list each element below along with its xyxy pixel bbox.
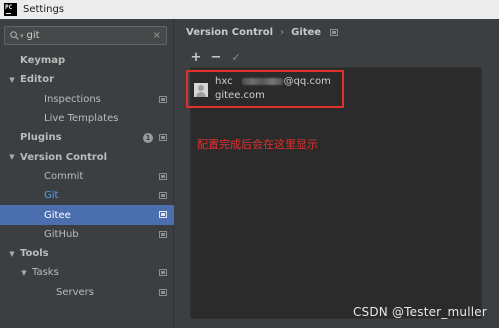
project-scope-icon [159,95,167,103]
add-account-button[interactable]: + [190,51,202,65]
tree-item-servers[interactable]: Servers [0,283,174,302]
tree-item-label: Servers [56,286,95,298]
project-scope-icon [159,192,167,200]
pycharm-app-icon: PC [4,3,17,16]
expand-arrow-icon[interactable]: ▼ [8,153,16,161]
tree-item-label: Gitee [44,209,71,221]
set-default-account-button[interactable]: ✓ [230,51,242,65]
breadcrumb-separator: › [280,27,285,38]
tree-item-plugins[interactable]: Plugins 1 [0,128,174,147]
tree-item-label: Commit [44,170,84,182]
tree-item-label: Tools [20,248,49,260]
settings-tree: Keymap ▼ Editor Inspections Live Templates Pl… [0,51,174,302]
project-scope-icon [159,172,167,180]
search-icon [10,31,19,40]
avatar [194,83,208,97]
project-scope-icon [159,288,167,296]
annotation-note: 配置完成后会在这里显示 [197,138,318,151]
remove-account-button[interactable]: − [210,51,222,65]
redacted-text [241,78,283,85]
tree-item-tasks[interactable]: ▼ Tasks [0,263,174,282]
accounts-toolbar: + − ✓ [190,51,242,65]
project-scope-icon [159,269,167,277]
project-scope-icon [159,134,167,142]
app-icon-text: PC [5,4,13,11]
tree-item-inspections[interactable]: Inspections [0,90,174,109]
tree-item-label: Tasks [32,267,59,279]
settings-search-field[interactable]: ▾ × [4,26,167,45]
tree-item-label: Live Templates [44,113,119,125]
clear-search-icon[interactable]: × [153,30,161,42]
tree-item-label: Editor [20,74,54,86]
tree-item-label: Inspections [44,93,101,105]
account-host: gitee.com [215,90,265,101]
window-title: Settings [23,4,65,15]
account-email-suffix: @qq.com [283,76,331,87]
account-login: hxc @qq.com [215,76,331,87]
watermark: CSDN @Tester_muller [352,305,487,319]
tree-item-tools[interactable]: ▼ Tools [0,244,174,263]
tree-item-version-control[interactable]: ▼ Version Control [0,147,174,166]
tree-item-live-templates[interactable]: Live Templates [0,109,174,128]
project-scope-icon [159,230,167,238]
tree-item-github[interactable]: GitHub [0,225,174,244]
account-user-prefix: hxc [215,76,233,87]
gitee-settings-panel: Version Control › Gitee + − ✓ hxc @qq.co… [174,19,499,328]
breadcrumb-version-control: Version Control [186,27,274,38]
search-history-dropdown-icon[interactable]: ▾ [20,32,24,40]
tree-item-gitee[interactable]: Gitee [0,205,174,225]
tree-item-label: Keymap [20,55,66,67]
breadcrumb: Version Control › Gitee [186,27,339,38]
expand-arrow-icon[interactable]: ▼ [8,250,16,258]
project-scope-icon [330,29,339,36]
settings-sidebar: ▾ × Keymap ▼ Editor Inspections Live Templat… [0,19,174,328]
tree-item-keymap[interactable]: Keymap [0,51,174,70]
expand-arrow-icon[interactable]: ▼ [20,269,28,277]
tree-item-editor[interactable]: ▼ Editor [0,70,174,89]
tree-item-label: Plugins [20,132,62,144]
tree-item-label: Version Control [20,151,108,163]
tree-item-label: GitHub [44,228,79,240]
tree-item-git[interactable]: Git [0,186,174,205]
breadcrumb-gitee: Gitee [291,27,322,38]
title-bar: PC Settings [0,0,499,19]
search-input[interactable] [26,30,137,41]
project-scope-icon [159,211,167,219]
tree-item-label: Git [44,190,59,202]
expand-arrow-icon[interactable]: ▼ [8,76,16,84]
tree-item-commit[interactable]: Commit [0,167,174,186]
account-list-item[interactable]: hxc @qq.com gitee.com [186,70,344,108]
update-count-badge: 1 [143,133,153,144]
